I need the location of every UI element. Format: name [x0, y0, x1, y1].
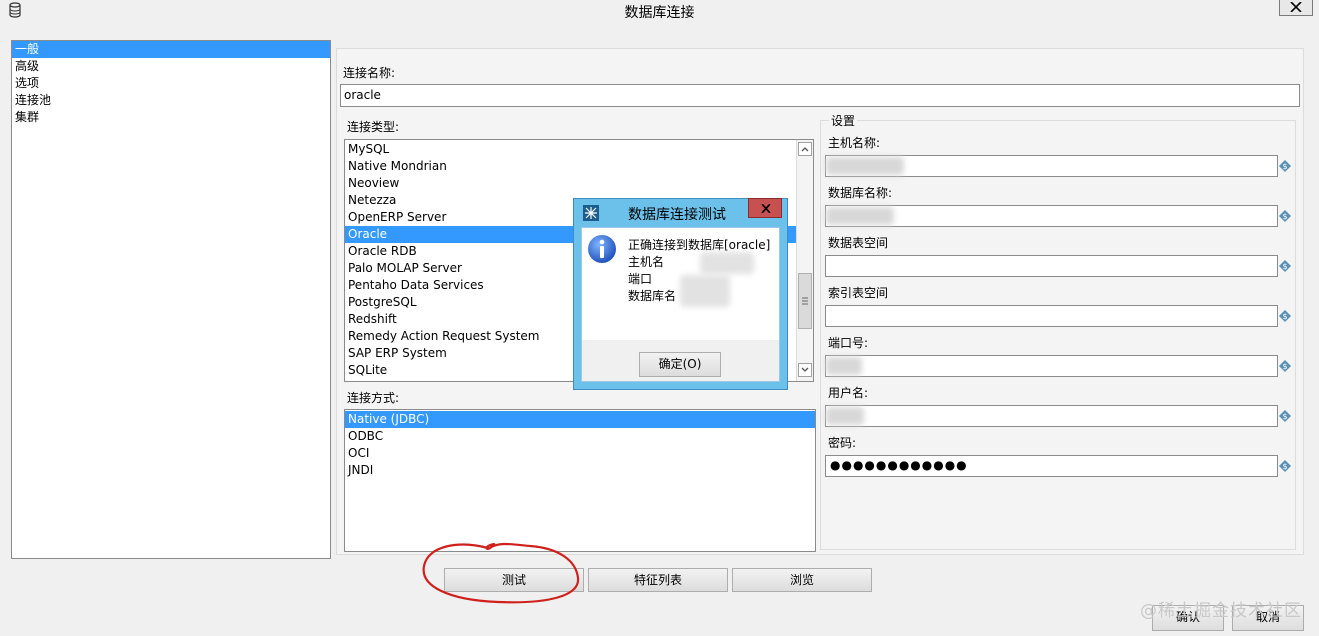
list-item-selected[interactable]: Native (JDBC) [345, 411, 815, 428]
host-label: 主机名称: [828, 136, 881, 150]
annotation-circle [422, 542, 580, 604]
nav-item-options[interactable]: 选项 [12, 75, 330, 92]
nav-item-clustering[interactable]: 集群 [12, 109, 330, 126]
list-item[interactable]: Native Mondrian [345, 158, 813, 175]
grip-icon [802, 297, 808, 305]
list-item[interactable]: OCI [345, 445, 815, 462]
feature-list-button[interactable]: 特征列表 [588, 568, 728, 592]
variable-diamond-icon[interactable]: $ [1279, 210, 1291, 222]
variable-diamond-icon[interactable]: $ [1279, 260, 1291, 272]
access-method-label: 连接方式: [347, 391, 400, 405]
svg-text:$: $ [1282, 212, 1287, 221]
password-input[interactable]: ●●●●●●●●●●●● [825, 455, 1278, 477]
dialog-message-line: 正确连接到数据库[oracle] [628, 238, 771, 252]
redacted-database [826, 207, 894, 225]
svg-text:$: $ [1282, 462, 1287, 471]
chevron-up-icon [801, 147, 809, 152]
explore-button[interactable]: 浏览 [732, 568, 872, 592]
close-icon [1290, 2, 1302, 12]
index-tablespace-input[interactable] [825, 305, 1278, 327]
list-item[interactable]: MySQL [345, 141, 813, 158]
database-name-label: 数据库名称: [828, 186, 893, 200]
connection-name-label: 连接名称: [343, 66, 396, 80]
window-title: 数据库连接 [624, 5, 695, 21]
chevron-down-icon [801, 367, 809, 372]
svg-text:$: $ [1282, 312, 1287, 321]
list-item[interactable]: Neoview [345, 175, 813, 192]
list-item[interactable]: JNDI [345, 462, 815, 479]
redacted-port [826, 357, 862, 375]
settings-group-title: 设置 [829, 112, 858, 129]
variable-diamond-icon[interactable]: $ [1279, 410, 1291, 422]
dialog-message-line: 主机名 [628, 255, 665, 269]
username-input[interactable] [825, 405, 1278, 427]
connection-type-scrollbar[interactable] [796, 140, 813, 381]
variable-diamond-icon[interactable]: $ [1279, 310, 1291, 322]
list-item[interactable]: ODBC [345, 428, 815, 445]
index-tablespace-label: 索引表空间 [828, 286, 889, 300]
connection-name-value: oracle [344, 88, 381, 102]
watermark-text: @稀土掘金技术社区 [1140, 601, 1302, 621]
close-icon [761, 204, 771, 213]
scroll-thumb[interactable] [798, 273, 812, 329]
dialog-message-line: 端口 [628, 272, 653, 286]
window-close-button[interactable] [1279, 0, 1313, 16]
port-input[interactable] [825, 355, 1278, 377]
app-icon [583, 205, 599, 221]
dialog-close-button[interactable] [748, 198, 782, 218]
redacted-dialog-info [700, 252, 754, 274]
info-icon [586, 233, 618, 265]
scroll-down-button[interactable] [798, 363, 812, 377]
dialog-title: 数据库连接测试 [628, 207, 726, 223]
tablespace-input[interactable] [825, 255, 1278, 277]
tablespace-label: 数据表空间 [828, 236, 889, 250]
redacted-username [826, 407, 864, 425]
redacted-dialog-info [680, 275, 730, 307]
access-method-list[interactable]: Native (JDBC) ODBC OCI JNDI [344, 409, 816, 552]
username-label: 用户名: [828, 386, 869, 400]
connection-type-label: 连接类型: [347, 120, 400, 134]
redacted-host [826, 157, 904, 175]
port-label: 端口号: [828, 336, 869, 350]
dialog-message-line: 数据库名 [628, 289, 677, 303]
variable-diamond-icon[interactable]: $ [1279, 460, 1291, 472]
dialog-ok-button[interactable]: 确定(O) [639, 352, 721, 377]
password-dots: ●●●●●●●●●●●● [830, 458, 968, 472]
variable-diamond-icon[interactable]: $ [1279, 360, 1291, 372]
nav-item-general[interactable]: 一般 [12, 41, 330, 58]
variable-diamond-icon[interactable]: $ [1279, 160, 1291, 172]
nav-item-advanced[interactable]: 高级 [12, 58, 330, 75]
connection-name-input[interactable]: oracle [340, 84, 1300, 107]
password-label: 密码: [828, 436, 857, 450]
svg-text:$: $ [1282, 362, 1287, 371]
scroll-up-button[interactable] [798, 142, 812, 156]
svg-text:$: $ [1282, 262, 1287, 271]
nav-item-pooling[interactable]: 连接池 [12, 92, 330, 109]
svg-text:$: $ [1282, 412, 1287, 421]
settings-category-list[interactable]: 一般 高级 选项 连接池 集群 [11, 40, 331, 559]
svg-text:$: $ [1282, 162, 1287, 171]
